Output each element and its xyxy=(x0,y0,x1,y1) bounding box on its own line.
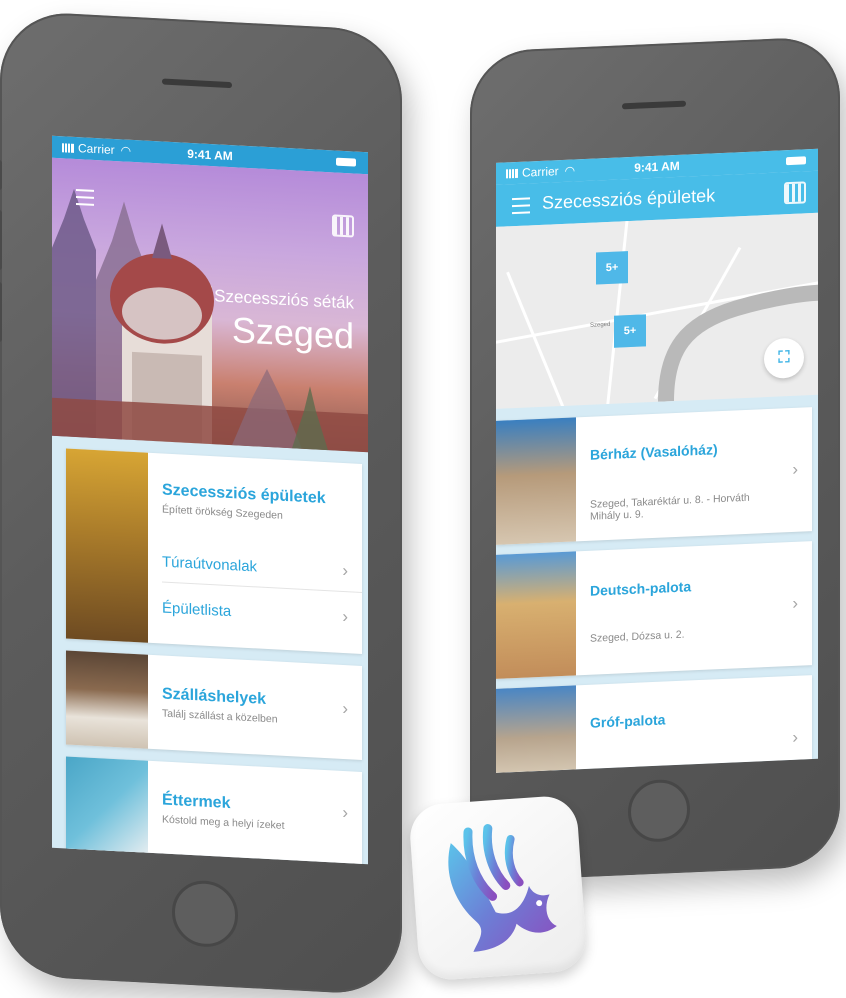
left-phone: Carrier ◠ 9:41 AM Szecessziós séták Szeg xyxy=(0,10,402,997)
building-address: Szeged, Takaréktár u. 8. - Horváth Mihál… xyxy=(590,491,750,523)
map-street-label: Szeged xyxy=(590,321,611,329)
card-thumbnail xyxy=(66,650,148,749)
chevron-right-icon: › xyxy=(342,606,348,627)
right-phone: Carrier ◠ 9:41 AM Szecessziós épületek S… xyxy=(470,35,840,882)
chevron-right-icon: › xyxy=(342,698,348,719)
home-button[interactable] xyxy=(172,879,238,949)
divider xyxy=(162,581,362,593)
link-turautvonalak[interactable]: Túraútvonalak xyxy=(162,553,257,575)
left-screen: Carrier ◠ 9:41 AM Szecessziós séták Szeg xyxy=(52,135,368,865)
map-cluster-marker[interactable]: 5+ xyxy=(596,251,628,285)
card-body: Szecessziós épületek Épített örökség Sze… xyxy=(148,453,362,654)
home-button[interactable] xyxy=(628,778,690,844)
building-thumbnail xyxy=(496,417,576,545)
volume-down-button xyxy=(0,281,2,343)
app-logo-icon xyxy=(408,794,588,982)
battery-icon xyxy=(336,157,356,167)
list-item-body: Bérház (Vasalóház) Szeged, Takaréktár u.… xyxy=(576,407,812,541)
card-body: Szálláshelyek Találj szállást a közelben… xyxy=(148,655,362,760)
menu-icon[interactable] xyxy=(512,197,530,219)
building-thumbnail xyxy=(496,685,576,773)
list-item[interactable]: Deutsch-palota Szeged, Dózsa u. 2. › xyxy=(496,541,812,679)
card-szecesszios-epuletek[interactable]: Szecessziós épületek Épített örökség Sze… xyxy=(66,448,362,654)
card-szallashelyek[interactable]: Szálláshelyek Találj szállást a közelben… xyxy=(66,650,362,760)
battery-icon xyxy=(786,156,806,166)
card-body: Éttermek Kóstold meg a helyi ízeket › xyxy=(148,761,362,865)
mute-switch xyxy=(0,159,2,191)
volume-up-button xyxy=(0,209,2,271)
list-item-body: Gróf-palota › xyxy=(576,675,812,769)
chevron-right-icon: › xyxy=(792,727,798,747)
chevron-right-icon: › xyxy=(792,459,798,479)
card-thumbnail xyxy=(66,756,148,857)
river xyxy=(658,284,818,402)
map-cluster-marker[interactable]: 5+ xyxy=(614,314,646,348)
list-item[interactable]: Gróf-palota › xyxy=(496,675,812,773)
building-name: Deutsch-palota xyxy=(590,578,692,599)
building-address: Szeged, Dózsa u. 2. xyxy=(590,628,685,645)
building-name: Gróf-palota xyxy=(590,711,666,731)
chevron-right-icon: › xyxy=(792,593,798,613)
speaker xyxy=(162,78,232,89)
list-item[interactable]: Bérház (Vasalóház) Szeged, Takaréktár u.… xyxy=(496,407,812,545)
map-view[interactable]: Szeged 5+ 5+ ⛶ xyxy=(496,212,818,409)
qr-code-icon[interactable] xyxy=(784,181,806,205)
list-item-body: Deutsch-palota Szeged, Dózsa u. 2. › xyxy=(576,541,812,675)
card-ettermek[interactable]: Éttermek Kóstold meg a helyi ízeket › xyxy=(66,756,362,865)
hero-title: Szeged xyxy=(231,309,354,357)
qr-code-icon[interactable] xyxy=(332,214,354,238)
hero-banner: Szecessziós séták Szeged xyxy=(52,157,368,453)
building-thumbnail xyxy=(496,551,576,679)
menu-icon[interactable] xyxy=(76,188,94,211)
header-title: Szecessziós épületek xyxy=(542,185,716,213)
chevron-right-icon: › xyxy=(342,802,348,823)
dove-logo xyxy=(448,824,557,952)
card-thumbnail xyxy=(66,448,148,643)
building-name: Bérház (Vasalóház) xyxy=(590,441,718,463)
right-screen: Carrier ◠ 9:41 AM Szecessziós épületek S… xyxy=(496,148,818,773)
link-epuletlista[interactable]: Épületlista xyxy=(162,599,231,620)
speaker xyxy=(622,100,686,110)
chevron-right-icon: › xyxy=(342,560,348,581)
